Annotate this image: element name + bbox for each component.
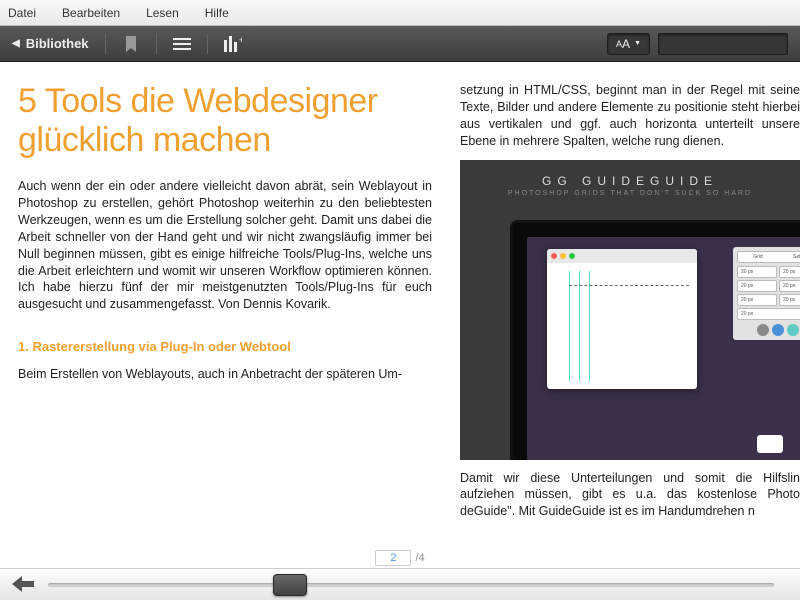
menu-help[interactable]: Hilfe (205, 6, 229, 20)
current-page[interactable]: 2 (375, 550, 411, 566)
separator (105, 34, 106, 54)
article-paragraph: Damit wir diese Unterteilungen und somit… (460, 470, 800, 521)
guide-line (579, 271, 580, 381)
field: 20 px (737, 294, 777, 306)
speech-bubble-icon (757, 435, 783, 453)
columns-icon[interactable]: + (224, 35, 242, 53)
menu-file[interactable]: Datei (8, 6, 36, 20)
guide-line (569, 285, 689, 286)
panel-buttons (737, 324, 800, 336)
monitor-screen: Grid Sets 20 px20 px 20 px20 px 20 px20 … (527, 237, 800, 460)
library-label: Bibliothek (26, 36, 89, 51)
embedded-screenshot: GG GUIDEGUIDE PHOTOSHOP GRIDS THAT DON'T… (460, 160, 800, 460)
bookmark-icon[interactable] (122, 35, 140, 53)
navigation-slider (0, 568, 800, 600)
separator (156, 34, 157, 54)
font-size-button[interactable]: AA▼ (607, 33, 650, 55)
section-heading: 1. Rastererstellung via Plug-In oder Web… (18, 339, 432, 354)
chevron-down-icon: ▼ (634, 40, 641, 47)
field: 20 px (779, 266, 800, 278)
window-titlebar (547, 249, 697, 263)
column-right: setzung in HTML/CSS, beginnt man in der … (460, 82, 800, 538)
toc-icon[interactable] (173, 35, 191, 53)
panel-tabs: Grid Sets (737, 251, 800, 263)
library-button[interactable]: ◀ Bibliothek (12, 36, 89, 51)
article-paragraph: Beim Erstellen von Weblayouts, auch in A… (18, 366, 432, 383)
brand-tagline: PHOTOSHOP GRIDS THAT DON'T SUCK SO HARD (460, 190, 800, 197)
guideguide-brand: GG GUIDEGUIDE PHOTOSHOP GRIDS THAT DON'T… (460, 174, 800, 197)
search-input[interactable] (658, 33, 788, 55)
reader-toolbar: ◀ Bibliothek + AA▼ (0, 26, 800, 62)
field: 20 px (737, 280, 777, 292)
slider-track[interactable] (48, 583, 774, 587)
slider-thumb[interactable] (273, 574, 307, 596)
article-paragraph: setzung in HTML/CSS, beginnt man in der … (460, 82, 800, 150)
article-title: 5 Tools die Webdesig­ner glücklich ma­ch… (18, 82, 432, 160)
total-pages: 4 (419, 552, 425, 564)
guide-line (569, 271, 570, 381)
close-dot-icon (551, 253, 557, 259)
field: 20 px (779, 280, 800, 292)
field: 20 px (737, 266, 777, 278)
document-window (547, 249, 697, 389)
article-lead: Auch wenn der ein oder andere vielleicht… (18, 178, 432, 313)
brand-text: GG GUIDEGUIDE (460, 174, 800, 188)
menu-bar: Datei Bearbeiten Lesen Hilfe (0, 0, 800, 26)
monitor-frame: Grid Sets 20 px20 px 20 px20 px 20 px20 … (510, 220, 800, 460)
column-left: 5 Tools die Webdesig­ner glücklich ma­ch… (18, 82, 432, 538)
min-dot-icon (560, 253, 566, 259)
menu-read[interactable]: Lesen (146, 6, 179, 20)
guideguide-panel: Grid Sets 20 px20 px 20 px20 px 20 px20 … (733, 247, 800, 340)
font-large-icon: A (622, 37, 630, 51)
field: 20 px (737, 308, 800, 320)
back-triangle-icon: ◀ (12, 38, 20, 49)
tab-sets: Sets (778, 252, 800, 262)
menu-edit[interactable]: Bearbeiten (62, 6, 120, 20)
separator (207, 34, 208, 54)
prev-page-button[interactable] (12, 576, 34, 594)
tab-grid: Grid (738, 252, 778, 262)
svg-text:+: + (239, 36, 242, 45)
field: 20 px (779, 294, 800, 306)
max-dot-icon (569, 253, 575, 259)
reader-content: 5 Tools die Webdesig­ner glücklich ma­ch… (0, 62, 800, 548)
guide-line (589, 271, 590, 381)
page-indicator: 2 / 4 (0, 548, 800, 568)
